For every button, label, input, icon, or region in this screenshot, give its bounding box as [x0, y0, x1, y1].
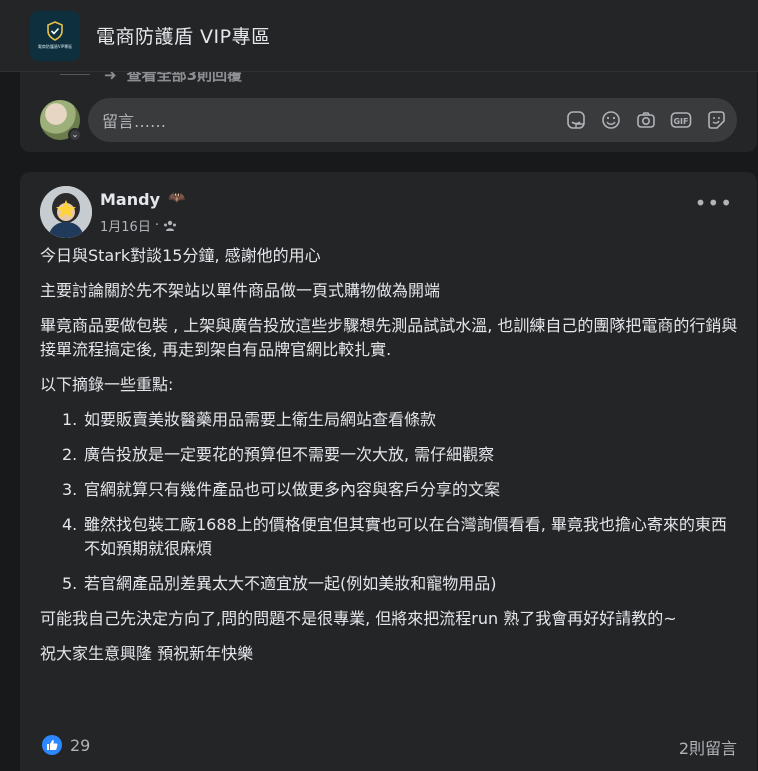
- camera-icon[interactable]: [635, 109, 657, 131]
- emoji-icon[interactable]: [600, 109, 622, 131]
- group-icon: [163, 220, 176, 231]
- post-meta: 1月16日 ·: [100, 216, 177, 235]
- group-header: 電商防護盾VIP專區 電商防護盾 VIP專區: [0, 0, 758, 72]
- bat-emoji-icon: 🦇: [168, 190, 186, 206]
- post-card: Mandy 🦇 1月16日 · ••• 今日與Stark對談15分鐘, 感謝他的…: [20, 172, 757, 771]
- list-text: 若官網產品別差異太大不適宜放一起(例如美妝和寵物用品): [84, 574, 497, 593]
- group-logo[interactable]: 電商防護盾VIP專區: [30, 10, 80, 61]
- current-user-avatar[interactable]: ⌄: [40, 100, 82, 142]
- list-item: 5. 若官網產品別差異太大不適宜放一起(例如美妝和寵物用品): [62, 572, 740, 596]
- list-number: 3.: [62, 480, 78, 499]
- post-paragraph: 以下摘錄一些重點:: [40, 375, 174, 394]
- list-text: 廣告投放是一定要花的預算但不需要一次大放, 需仔細觀察: [84, 445, 495, 464]
- author-avatar[interactable]: [40, 186, 92, 238]
- comment-tools: GIF: [565, 109, 727, 131]
- gif-icon[interactable]: GIF: [670, 109, 692, 131]
- list-item: 2. 廣告投放是一定要花的預算但不需要一次大放, 需仔細觀察: [62, 443, 740, 467]
- more-options-button[interactable]: •••: [695, 193, 733, 213]
- list-text: 如要販賣美妝醫藥用品需要上衛生局網站查看條款: [84, 410, 437, 429]
- svg-text:GIF: GIF: [673, 117, 688, 126]
- post-paragraph: 可能我自己先決定方向了,問的問題不是很專業, 但將來把流程run 熟了我會再好好…: [40, 609, 677, 628]
- reply-thread-line: [60, 74, 90, 75]
- list-number: 2.: [62, 445, 78, 464]
- logo-text: 電商防護盾VIP專區: [37, 44, 73, 49]
- comment-count-link[interactable]: 2則留言: [679, 735, 737, 759]
- like-icon: [42, 735, 62, 755]
- group-title[interactable]: 電商防護盾 VIP專區: [96, 22, 271, 49]
- list-number: 5.: [62, 574, 78, 593]
- chevron-down-icon[interactable]: ⌄: [68, 128, 82, 142]
- comment-placeholder: 留言……: [102, 112, 167, 131]
- post-paragraph: 主要討論關於先不架站以單件商品做一頁式購物做為開端: [40, 281, 441, 300]
- author-name[interactable]: Mandy: [100, 190, 160, 209]
- meta-separator: ·: [154, 218, 159, 233]
- reactions-summary[interactable]: 29: [42, 735, 90, 755]
- post-paragraph: 祝大家生意興隆 預祝新年快樂: [40, 644, 254, 663]
- list-number: 1.: [62, 410, 78, 429]
- list-text: 官網就算只有幾件產品也可以做更多內容與客戶分享的文案: [84, 480, 501, 499]
- list-number: 4.: [62, 515, 78, 534]
- comment-input[interactable]: 留言…… GIF: [88, 98, 737, 142]
- like-count: 29: [70, 735, 91, 755]
- list-item: 4. 雖然找包裝工廠1688上的價格便宜但其實也可以在台灣詢價看看, 畢竟我也擔心…: [62, 513, 740, 561]
- key-points-list: 1. 如要販賣美妝醫藥用品需要上衛生局網站查看條款 2. 廣告投放是一定要花的預算但…: [62, 408, 740, 596]
- post-date[interactable]: 1月16日: [100, 216, 151, 235]
- avatar-sticker-icon[interactable]: [705, 109, 727, 131]
- post-paragraph: 畢竟商品要做包裝 , 上架與廣告投放這些步驟想先測品試試水溫, 也訓練自己的團隊…: [40, 316, 738, 359]
- list-item: 3. 官網就算只有幾件產品也可以做更多內容與客戶分享的文案: [62, 478, 740, 502]
- shield-icon: [47, 21, 63, 41]
- sticker-icon[interactable]: [565, 109, 587, 131]
- list-text: 雖然找包裝工廠1688上的價格便宜但其實也可以在台灣詢價看看, 畢竟我也擔心寄來…: [84, 515, 727, 558]
- list-item: 1. 如要販賣美妝醫藥用品需要上衛生局網站查看條款: [62, 408, 740, 432]
- post-body: 今日與Stark對談15分鐘, 感謝他的用心 主要討論關於先不架站以單件商品做一…: [40, 244, 740, 677]
- post-paragraph: 今日與Stark對談15分鐘, 感謝他的用心: [40, 246, 321, 265]
